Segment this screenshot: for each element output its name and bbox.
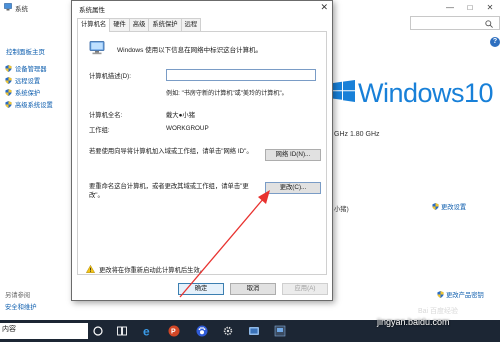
shield-icon (5, 89, 12, 96)
description-example: 例如: "书房守新的计算机"或"美玲的计算机"。 (166, 90, 288, 97)
baidu-jingyan-logo: Bai 百度经验 (418, 308, 459, 315)
windows10-logo-text: Windows10 (358, 78, 494, 108)
window-controls: — □ ✕ (440, 0, 500, 14)
search-icon (485, 20, 493, 28)
system-properties-icon[interactable] (274, 325, 286, 337)
dialog-title: 系统属性 (79, 7, 105, 14)
tab-advanced[interactable]: 高级 (128, 18, 150, 31)
sidebar-item-control-panel-home[interactable]: 控制面板主页 (6, 46, 45, 56)
system-sidebar: 控制面板主页 设备管理器 远程设置 系统保护 高级系统设置 另请参阅 安全和维护 (0, 14, 72, 320)
shield-icon (5, 77, 12, 84)
sidebar-item-label: 设备管理器 (15, 66, 47, 73)
change-product-key-label: 更改产品密钥 (446, 292, 484, 299)
baidu-paw-icon[interactable] (196, 325, 208, 337)
minimize-icon[interactable]: — (440, 0, 460, 14)
change-button[interactable]: 更改(C)... (265, 182, 321, 194)
sidebar-item-remote-settings[interactable]: 远程设置 (5, 76, 40, 85)
restart-warning: 更改将在你重新启动此计算机后生效。 (99, 267, 207, 274)
close-icon[interactable]: ✕ (480, 0, 500, 14)
search-input[interactable] (410, 16, 500, 30)
sidebar-item-advanced-settings[interactable]: 高级系统设置 (5, 100, 53, 109)
cancel-button[interactable]: 取消 (230, 283, 276, 295)
shield-icon (5, 101, 12, 108)
computer-name-panel: Windows 使用以下信息在网络中标识这台计算机。 计算机描述(D): 例如:… (77, 31, 327, 275)
computer-icon (4, 3, 12, 11)
task-view-icon[interactable] (116, 325, 128, 337)
tab-remote[interactable]: 远程 (180, 18, 202, 31)
settings-gear-icon[interactable] (222, 325, 234, 337)
windows-logo-icon (333, 80, 355, 102)
full-name-value: 戴大●小猪 (166, 112, 195, 119)
ok-button[interactable]: 确定 (178, 283, 224, 295)
edge-browser-icon[interactable]: e (142, 325, 154, 337)
dialog-tabs: 计算机名 硬件 高级 系统保护 远程 (77, 18, 202, 32)
processor-speed: GHz 1.80 GHz (334, 131, 380, 138)
system-window-title: 系统 (15, 6, 28, 13)
computer-description-label: 计算机描述(D): (89, 73, 131, 80)
security-maintenance-link[interactable]: 安全和维护 (5, 302, 36, 311)
apply-button[interactable]: 应用(A) (282, 283, 328, 295)
maximize-icon[interactable]: □ (460, 0, 480, 14)
rename-instructions: 要重命名这台计算机，或者更改其域或工作组，请单击"更改"。 (89, 183, 249, 199)
tab-hardware[interactable]: 硬件 (109, 18, 130, 31)
computer-icon (89, 41, 105, 55)
dialog-description: Windows 使用以下信息在网络中标识这台计算机。 (117, 47, 263, 54)
svg-text:e: e (143, 325, 150, 337)
shield-icon (5, 65, 12, 72)
change-settings-link[interactable]: 更改设置 (432, 202, 466, 211)
workgroup-value: WORKGROUP (166, 125, 209, 132)
see-also-heading: 另请参阅 (5, 292, 31, 299)
svg-text:P: P (171, 329, 176, 336)
taskbar-search-box[interactable]: 内容 (0, 323, 88, 339)
sidebar-item-label: 高级系统设置 (15, 102, 53, 109)
tab-system-protection[interactable]: 系统保护 (148, 18, 182, 31)
change-product-key-link[interactable]: 更改产品密钥 (437, 290, 484, 299)
sidebar-item-label: 系统保护 (15, 90, 41, 97)
computer-name-fragment: 小猪) (334, 206, 349, 213)
cortana-icon[interactable] (92, 325, 104, 337)
watermark-text: jingyan.baidu.com (377, 317, 450, 327)
powerpoint-icon[interactable]: P (168, 325, 180, 337)
workgroup-label: 工作组: (89, 127, 110, 134)
computer-description-field[interactable] (166, 69, 316, 81)
change-settings-label: 更改设置 (441, 204, 467, 211)
full-name-label: 计算机全名: (89, 112, 123, 119)
close-icon[interactable]: ✕ (320, 2, 328, 13)
sidebar-item-device-manager[interactable]: 设备管理器 (5, 64, 46, 73)
sidebar-item-system-protection[interactable]: 系统保护 (5, 88, 40, 97)
screenshot-app-icon[interactable] (248, 325, 260, 337)
shield-icon (437, 291, 444, 298)
network-id-button[interactable]: 网络 ID(N)... (265, 149, 321, 161)
sidebar-item-label: 远程设置 (15, 78, 41, 85)
shield-icon (432, 203, 439, 210)
system-properties-dialog: 系统属性 ✕ 计算机名 硬件 高级 系统保护 远程 Windows 使用以下信息… (71, 0, 333, 301)
network-id-instructions: 若要使用向导将计算机加入域或工作组，请单击"网络 ID"。 (89, 148, 253, 155)
dialog-titlebar: 系统属性 ✕ (72, 1, 332, 15)
tab-computer-name[interactable]: 计算机名 (77, 18, 111, 32)
warning-icon (86, 265, 95, 273)
help-icon[interactable]: ? (490, 37, 500, 47)
